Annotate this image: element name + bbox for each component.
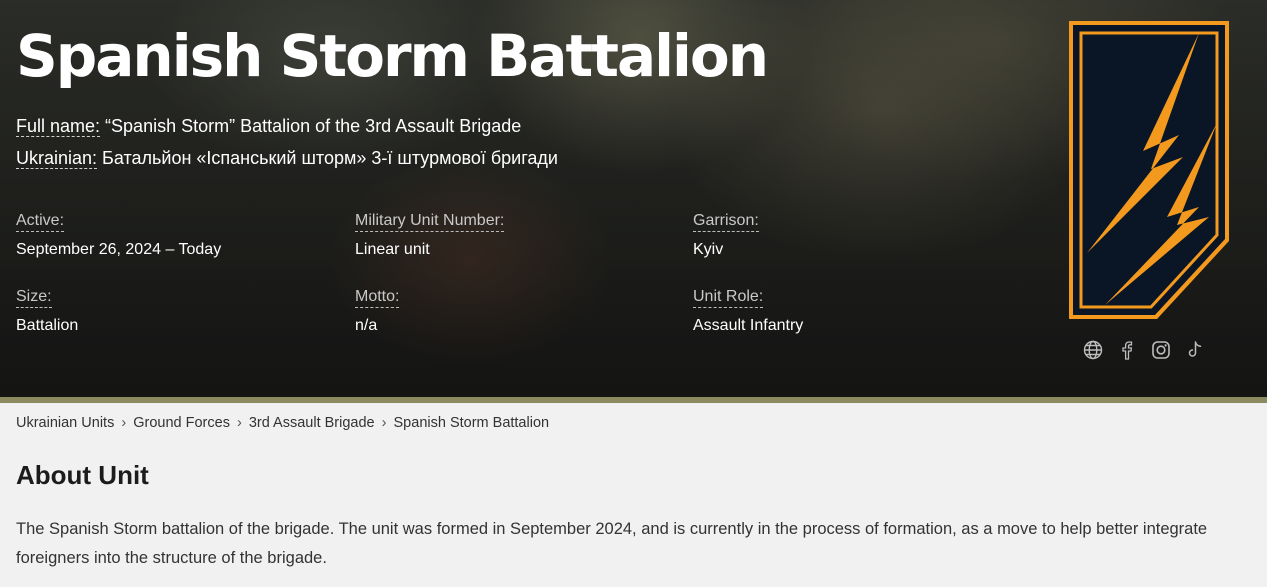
ukrainian-name-row: Ukrainian: Батальйон «Іспанський шторм» …	[16, 142, 558, 174]
tiktok-icon[interactable]	[1185, 340, 1205, 360]
lightning-emblem-icon	[1069, 21, 1229, 319]
social-links	[1083, 340, 1205, 360]
unit-names: Full name: “Spanish Storm” Battalion of …	[16, 110, 558, 174]
fact-unit-number: Military Unit Number: Linear unit	[355, 211, 675, 260]
fact-value: September 26, 2024 – Today	[16, 241, 222, 258]
fact-label: Unit Role:	[693, 287, 764, 308]
fact-value: Assault Infantry	[693, 317, 804, 334]
ukrainian-label: Ukrainian:	[16, 148, 98, 169]
hero-divider	[0, 397, 1267, 403]
globe-icon[interactable]	[1083, 340, 1103, 360]
breadcrumb-separator: ›	[121, 415, 127, 431]
breadcrumb: Ukrainian Units › Ground Forces › 3rd As…	[16, 415, 549, 431]
fact-label: Military Unit Number:	[355, 211, 505, 232]
hero-banner: Spanish Storm Battalion Full name: “Span…	[0, 0, 1267, 397]
facebook-icon[interactable]	[1117, 340, 1137, 360]
unit-emblem	[1067, 19, 1231, 326]
fact-label: Motto:	[355, 287, 400, 308]
about-heading: About Unit	[16, 460, 149, 490]
full-name-value: “Spanish Storm” Battalion of the 3rd Ass…	[100, 116, 522, 136]
page-title: Spanish Storm Battalion	[16, 22, 769, 90]
breadcrumb-separator: ›	[381, 415, 387, 431]
breadcrumb-ground-forces[interactable]: Ground Forces	[133, 415, 230, 431]
fact-label: Active:	[16, 211, 65, 232]
breadcrumb-3rd-assault-brigade[interactable]: 3rd Assault Brigade	[249, 415, 375, 431]
breadcrumb-ukrainian-units[interactable]: Ukrainian Units	[16, 415, 114, 431]
fact-size: Size: Battalion	[16, 287, 336, 336]
fact-role: Unit Role: Assault Infantry	[693, 287, 1013, 336]
about-text: The Spanish Storm battalion of the briga…	[16, 520, 1208, 567]
fact-active: Active: September 26, 2024 – Today	[16, 211, 336, 260]
fact-value: Battalion	[16, 317, 79, 334]
breadcrumb-current: Spanish Storm Battalion	[393, 415, 550, 431]
fact-garrison: Garrison: Kyiv	[693, 211, 1013, 260]
fact-value: n/a	[355, 317, 378, 334]
fact-motto: Motto: n/a	[355, 287, 675, 336]
fact-value: Kyiv	[693, 241, 724, 258]
fact-label: Garrison:	[693, 211, 759, 232]
instagram-icon[interactable]	[1151, 340, 1171, 360]
fact-label: Size:	[16, 287, 52, 308]
fact-value: Linear unit	[355, 241, 430, 258]
full-name-row: Full name: “Spanish Storm” Battalion of …	[16, 110, 558, 142]
full-name-label: Full name:	[16, 116, 101, 137]
ukrainian-value: Батальйон «Іспанський шторм» 3-ї штурмов…	[97, 148, 558, 168]
breadcrumb-separator: ›	[236, 415, 242, 431]
